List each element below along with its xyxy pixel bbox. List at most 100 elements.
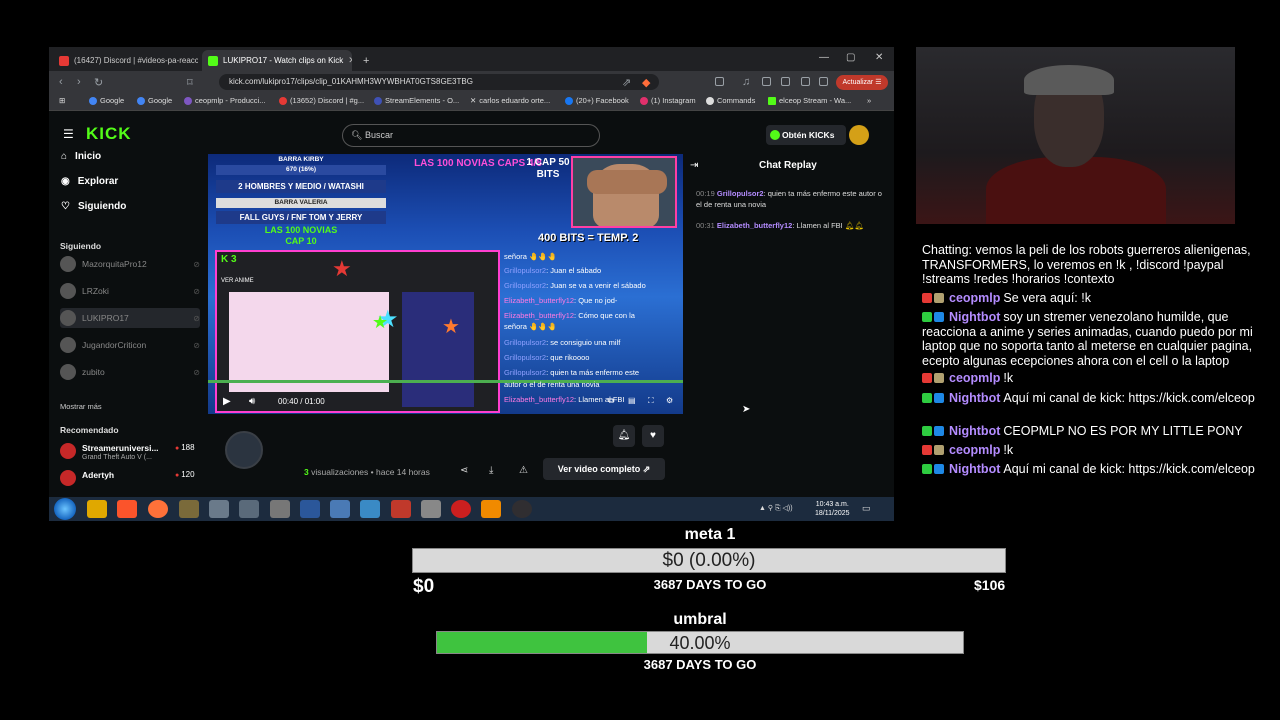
channel-avatar: [60, 470, 76, 486]
chat-text: : Que no jod-: [574, 296, 618, 305]
media-icon[interactable]: [179, 500, 199, 518]
msg-user[interactable]: Grillopulsor2: [717, 189, 764, 198]
music-icon[interactable]: ♫: [742, 76, 750, 88]
leo-icon[interactable]: [819, 77, 828, 86]
new-tab-button[interactable]: +: [357, 50, 377, 71]
vlc-icon[interactable]: [481, 500, 501, 518]
bookmark-x[interactable]: ✕ carlos eduardo orte...: [470, 96, 550, 105]
security-icon[interactable]: [421, 500, 441, 518]
app-icon[interactable]: [209, 500, 229, 518]
full-video-button[interactable]: Ver video completo ⇗: [543, 458, 665, 480]
bookmark-ceopmlp[interactable]: ceopmlp - Producci...: [184, 96, 265, 105]
back-icon[interactable]: ‹: [59, 76, 63, 88]
tab-kick-clips[interactable]: LUKIPRO17 - Watch clips on Kick ✕: [202, 50, 352, 71]
minimize-icon[interactable]: —: [819, 52, 829, 63]
goal-progress-bar: 40.00%: [436, 631, 964, 654]
search-input[interactable]: 🔍︎ Buscar: [342, 124, 600, 147]
update-button[interactable]: Actualizar ☰: [836, 75, 888, 90]
recommended-item[interactable]: Adertyh 120: [60, 470, 200, 486]
bookmark-icon[interactable]: ⌑: [187, 76, 193, 89]
user-avatar[interactable]: [849, 125, 869, 145]
nav-inicio[interactable]: ⌂ Inicio: [61, 151, 101, 162]
bookmark-google-2[interactable]: Google: [137, 96, 172, 105]
share-icon[interactable]: ⋖: [460, 465, 468, 476]
apps-grid-icon[interactable]: ⊞: [59, 96, 65, 105]
notification-bell-icon[interactable]: 🔔︎: [613, 425, 635, 447]
nav-siguiendo[interactable]: ♡ Siguiendo: [61, 201, 126, 212]
vpn-icon[interactable]: [801, 77, 810, 86]
channel-avatar: [60, 310, 76, 326]
following-item-active[interactable]: LUKIPRO17 ⊘: [60, 308, 200, 328]
bookmark-google-1[interactable]: Google: [89, 96, 124, 105]
more-bookmarks-icon[interactable]: »: [867, 96, 871, 105]
following-item[interactable]: JugandorCriticon ⊘: [60, 335, 200, 355]
firefox-icon[interactable]: [148, 500, 168, 518]
download-icon[interactable]: ⤓: [489, 465, 493, 476]
taskbar-clock[interactable]: 10:43 a.m. 18/11/2025: [815, 500, 850, 518]
report-icon[interactable]: ⚠: [519, 465, 528, 476]
forward-icon[interactable]: ›: [77, 76, 81, 88]
notifications-icon[interactable]: ▭: [862, 503, 871, 514]
obs-icon[interactable]: [512, 500, 532, 518]
menu-icon[interactable]: ☰: [63, 127, 74, 141]
channel-name: Adertyh: [82, 470, 115, 480]
acrobat-icon[interactable]: [391, 500, 411, 518]
file-explorer-icon[interactable]: [87, 500, 107, 518]
channel-avatar[interactable]: [225, 431, 263, 469]
collapse-chat-icon[interactable]: ⇥: [690, 160, 698, 171]
system-tray-icons[interactable]: ▲ ⚲ ⎘ ◁)): [759, 504, 793, 513]
maximize-icon[interactable]: ▢: [846, 52, 855, 63]
volume-icon[interactable]: 🔊︎: [249, 396, 255, 407]
msg-user[interactable]: Elizabeth_butterfly12: [717, 221, 792, 230]
reload-icon[interactable]: ↻: [94, 76, 103, 89]
following-item[interactable]: MazorquitaPro12 ⊘: [60, 254, 200, 274]
clip-age: hace 14 horas: [375, 467, 430, 477]
sidebar-icon[interactable]: [762, 77, 771, 86]
clock-time: 10:43 a.m.: [815, 501, 849, 508]
streamelements-icon: [374, 96, 382, 105]
app-icon[interactable]: [330, 500, 350, 518]
tab-close-icon[interactable]: ✕: [348, 55, 352, 66]
video-time: 00:40 / 01:00: [278, 397, 325, 406]
kick-logo[interactable]: KICK: [86, 124, 132, 144]
bookmark-facebook[interactable]: (20+) Facebook: [565, 96, 629, 105]
captions-icon[interactable]: ▤: [628, 396, 636, 405]
msg-text: : Llamen al FBI: [792, 221, 843, 230]
close-window-icon[interactable]: ✕: [875, 52, 883, 63]
clip-icon[interactable]: ⧉: [608, 396, 614, 406]
brave-icon[interactable]: [117, 500, 137, 518]
brave-shield-icon[interactable]: ◆: [642, 76, 650, 89]
word-icon[interactable]: [300, 500, 320, 518]
following-item[interactable]: LRZoki ⊘: [60, 281, 200, 301]
wallet-icon[interactable]: [781, 77, 790, 86]
fullscreen-icon[interactable]: ⛶: [648, 396, 654, 406]
bookmark-streamelements[interactable]: StreamElements - O...: [374, 96, 459, 105]
recommended-item[interactable]: Streameruniversi... Grand Theft Auto V (…: [60, 443, 200, 465]
bookmark-commands[interactable]: Commands: [706, 96, 755, 105]
extension-icon[interactable]: [715, 77, 724, 86]
follow-heart-icon[interactable]: ♥: [642, 425, 664, 447]
settings-app-icon[interactable]: [270, 500, 290, 518]
nav-explorar[interactable]: ◉ Explorar: [61, 176, 118, 187]
settings-icon[interactable]: ⚙: [666, 396, 673, 405]
bookmark-instagram[interactable]: (1) Instagram: [640, 96, 696, 105]
offline-icon: ⊘: [193, 286, 200, 296]
video-player[interactable]: BARRA KIRBY 670 (16%) 2 HOMBRES Y MEDIO …: [208, 154, 683, 414]
bookmark-elceop[interactable]: elceop Stream - Wa...: [768, 96, 851, 105]
bookmark-discord[interactable]: (13652) Discord | #g...: [279, 96, 364, 105]
windows-taskbar: ▲ ⚲ ⎘ ◁)) 10:43 a.m. 18/11/2025 ▭: [49, 497, 894, 521]
sub-badge-icon: [934, 445, 944, 455]
network-app-icon[interactable]: [239, 500, 259, 518]
show-more-link[interactable]: Mostrar más: [60, 402, 102, 411]
get-kicks-label: Obtén KICKs: [782, 130, 835, 140]
play-icon[interactable]: ▶: [223, 396, 231, 407]
overlay-chat-user: Nightbot: [949, 424, 1001, 438]
start-button[interactable]: [54, 498, 76, 520]
opera-icon[interactable]: [451, 500, 471, 518]
app-icon[interactable]: [360, 500, 380, 518]
tab-discord[interactable]: (16427) Discord | #videos-pa-reacciona: [53, 50, 198, 71]
share-icon[interactable]: ⇗: [622, 76, 631, 89]
following-item[interactable]: zubito ⊘: [60, 362, 200, 382]
url-field[interactable]: kick.com/lukipro17/clips/clip_01KAHMH3WY…: [219, 74, 659, 90]
get-kicks-button[interactable]: Obtén KICKs: [766, 125, 846, 145]
